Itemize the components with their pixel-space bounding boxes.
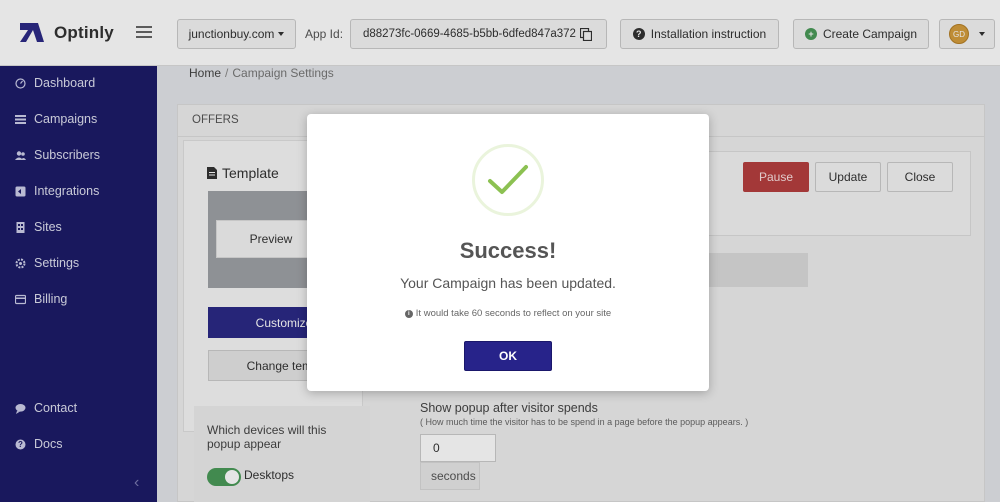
success-check-icon (472, 144, 544, 216)
success-modal: Success! Your Campaign has been updated.… (307, 114, 709, 391)
modal-message: Your Campaign has been updated. (400, 275, 616, 291)
ok-button[interactable]: OK (464, 341, 552, 371)
info-icon: i (404, 309, 413, 318)
modal-note-text: It would take 60 seconds to reflect on y… (415, 308, 612, 319)
modal-title: Success! (459, 238, 557, 263)
modal-note: i It would take 60 seconds to reflect on… (307, 308, 709, 319)
